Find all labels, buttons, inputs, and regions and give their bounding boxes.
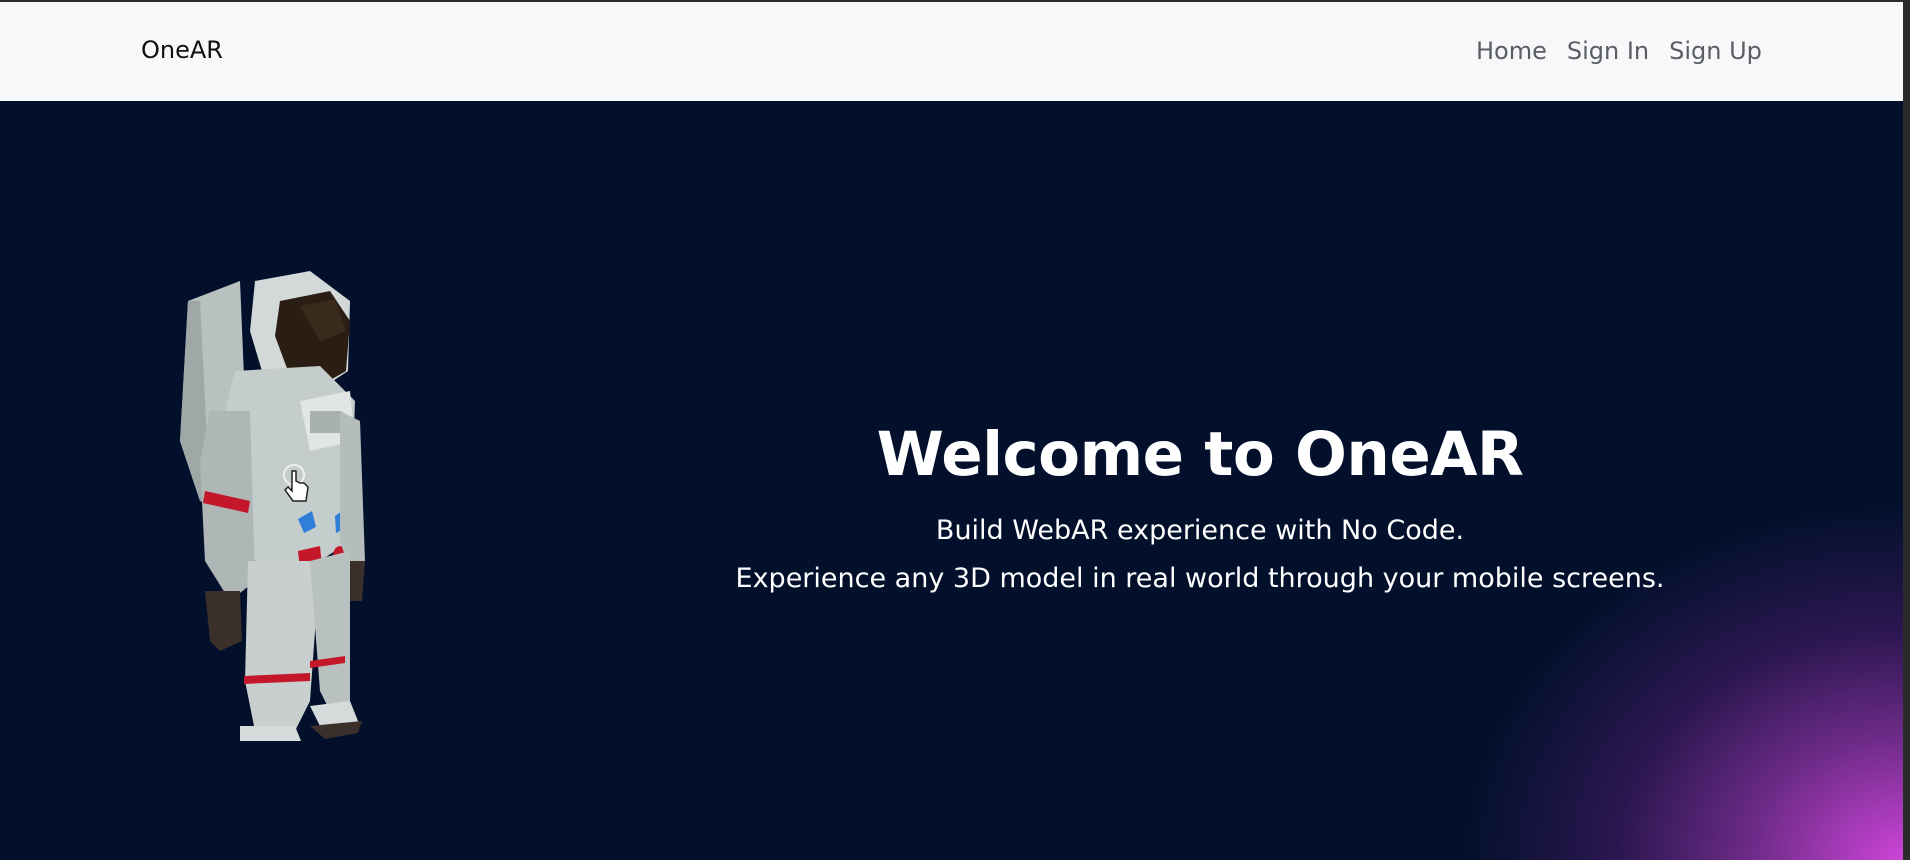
nav-home-link[interactable]: Home [1476, 37, 1547, 65]
hero-title: Welcome to OneAR [876, 419, 1524, 490]
hero-text-block: Welcome to OneAR Build WebAR experience … [700, 419, 1700, 603]
nav-sign-up-link[interactable]: Sign Up [1669, 37, 1762, 65]
nav-links: Home Sign In Sign Up [1476, 37, 1762, 65]
hand-pointer-icon [283, 464, 309, 502]
brand-link[interactable]: OneAR [141, 36, 223, 64]
hero-subtitle-2: Experience any 3D model in real world th… [735, 563, 1665, 594]
hero-subtitle-1: Build WebAR experience with No Code. [935, 515, 1465, 546]
nav-sign-in-link[interactable]: Sign In [1567, 37, 1649, 65]
page: OneAR Home Sign In Sign Up Welcome to On… [0, 0, 1910, 860]
hero-section: Welcome to OneAR Build WebAR experience … [0, 101, 1903, 860]
window-edge-bar [1903, 0, 1910, 860]
navbar: OneAR Home Sign In Sign Up [0, 0, 1903, 101]
